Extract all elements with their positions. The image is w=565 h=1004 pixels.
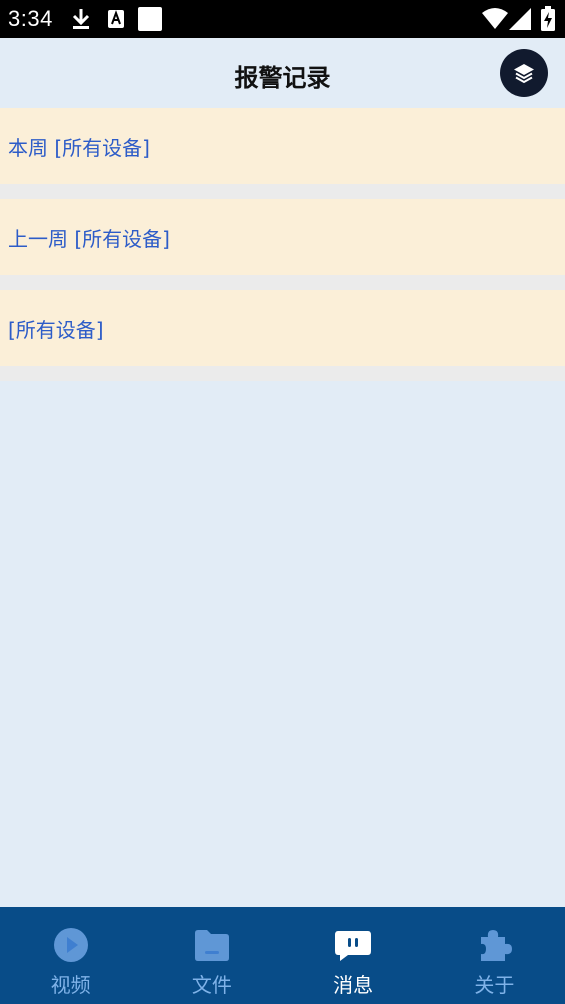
list-item-label: 本周 [所有设备]	[8, 135, 150, 160]
list-divider	[0, 184, 565, 199]
page-title: 报警记录	[234, 64, 331, 92]
nav-item-messages[interactable]: 消息	[283, 907, 424, 1004]
nav-label: 关于	[474, 973, 515, 997]
nav-item-video[interactable]: 视频	[0, 907, 141, 1004]
signal-icon	[509, 8, 531, 30]
status-bar: 3:34	[0, 0, 565, 38]
nav-label: 文件	[191, 973, 232, 997]
list-item-all-devices[interactable]: [所有设备]	[0, 290, 565, 366]
header: 报警记录	[0, 38, 565, 108]
list-item-label: 上一周 [所有设备]	[8, 226, 170, 251]
layers-icon	[514, 64, 534, 84]
layers-button[interactable]	[500, 49, 548, 97]
list-item-last-week[interactable]: 上一周 [所有设备]	[0, 199, 565, 275]
download-icon	[72, 9, 90, 29]
status-time: 3:34	[8, 6, 53, 31]
message-icon	[335, 931, 372, 961]
nav-item-about[interactable]: 关于	[424, 907, 565, 1004]
wifi-icon	[482, 8, 508, 29]
puzzle-icon	[481, 930, 513, 961]
nav-label: 消息	[333, 973, 374, 997]
bottom-nav: 视频 文件 消息 关于	[0, 907, 565, 1004]
video-play-icon	[53, 928, 88, 962]
blank-square-icon	[138, 7, 162, 31]
list-item-label: [所有设备]	[8, 317, 104, 342]
nav-label: 视频	[50, 973, 91, 997]
folder-icon	[194, 930, 229, 961]
a-letter-icon	[108, 10, 124, 28]
nav-item-files[interactable]: 文件	[141, 907, 282, 1004]
battery-charging-icon	[541, 6, 555, 31]
list-divider	[0, 366, 565, 381]
list-item-this-week[interactable]: 本周 [所有设备]	[0, 108, 565, 184]
list-divider	[0, 275, 565, 290]
alarm-record-list: 本周 [所有设备] 上一周 [所有设备] [所有设备]	[0, 108, 565, 381]
